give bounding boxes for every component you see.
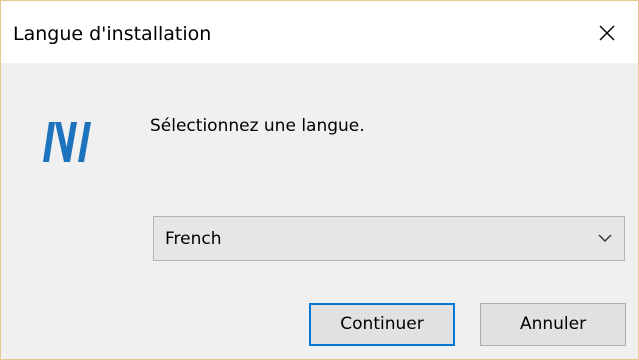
continue-button[interactable]: Continuer	[309, 303, 455, 346]
cancel-button[interactable]: Annuler	[480, 303, 626, 346]
language-prompt: Sélectionnez une langue.	[150, 116, 365, 136]
title-bar: Langue d'installation	[1, 1, 638, 63]
window-title: Langue d'installation	[13, 23, 212, 45]
installer-logo-icon	[41, 122, 95, 166]
chevron-down-icon	[598, 234, 612, 242]
close-button[interactable]	[576, 1, 638, 63]
installer-dialog-window: Langue d'installation Sélectionnez une l…	[0, 0, 639, 360]
language-select[interactable]: French	[153, 216, 625, 261]
close-icon	[599, 25, 615, 41]
language-select-value: French	[165, 229, 222, 249]
